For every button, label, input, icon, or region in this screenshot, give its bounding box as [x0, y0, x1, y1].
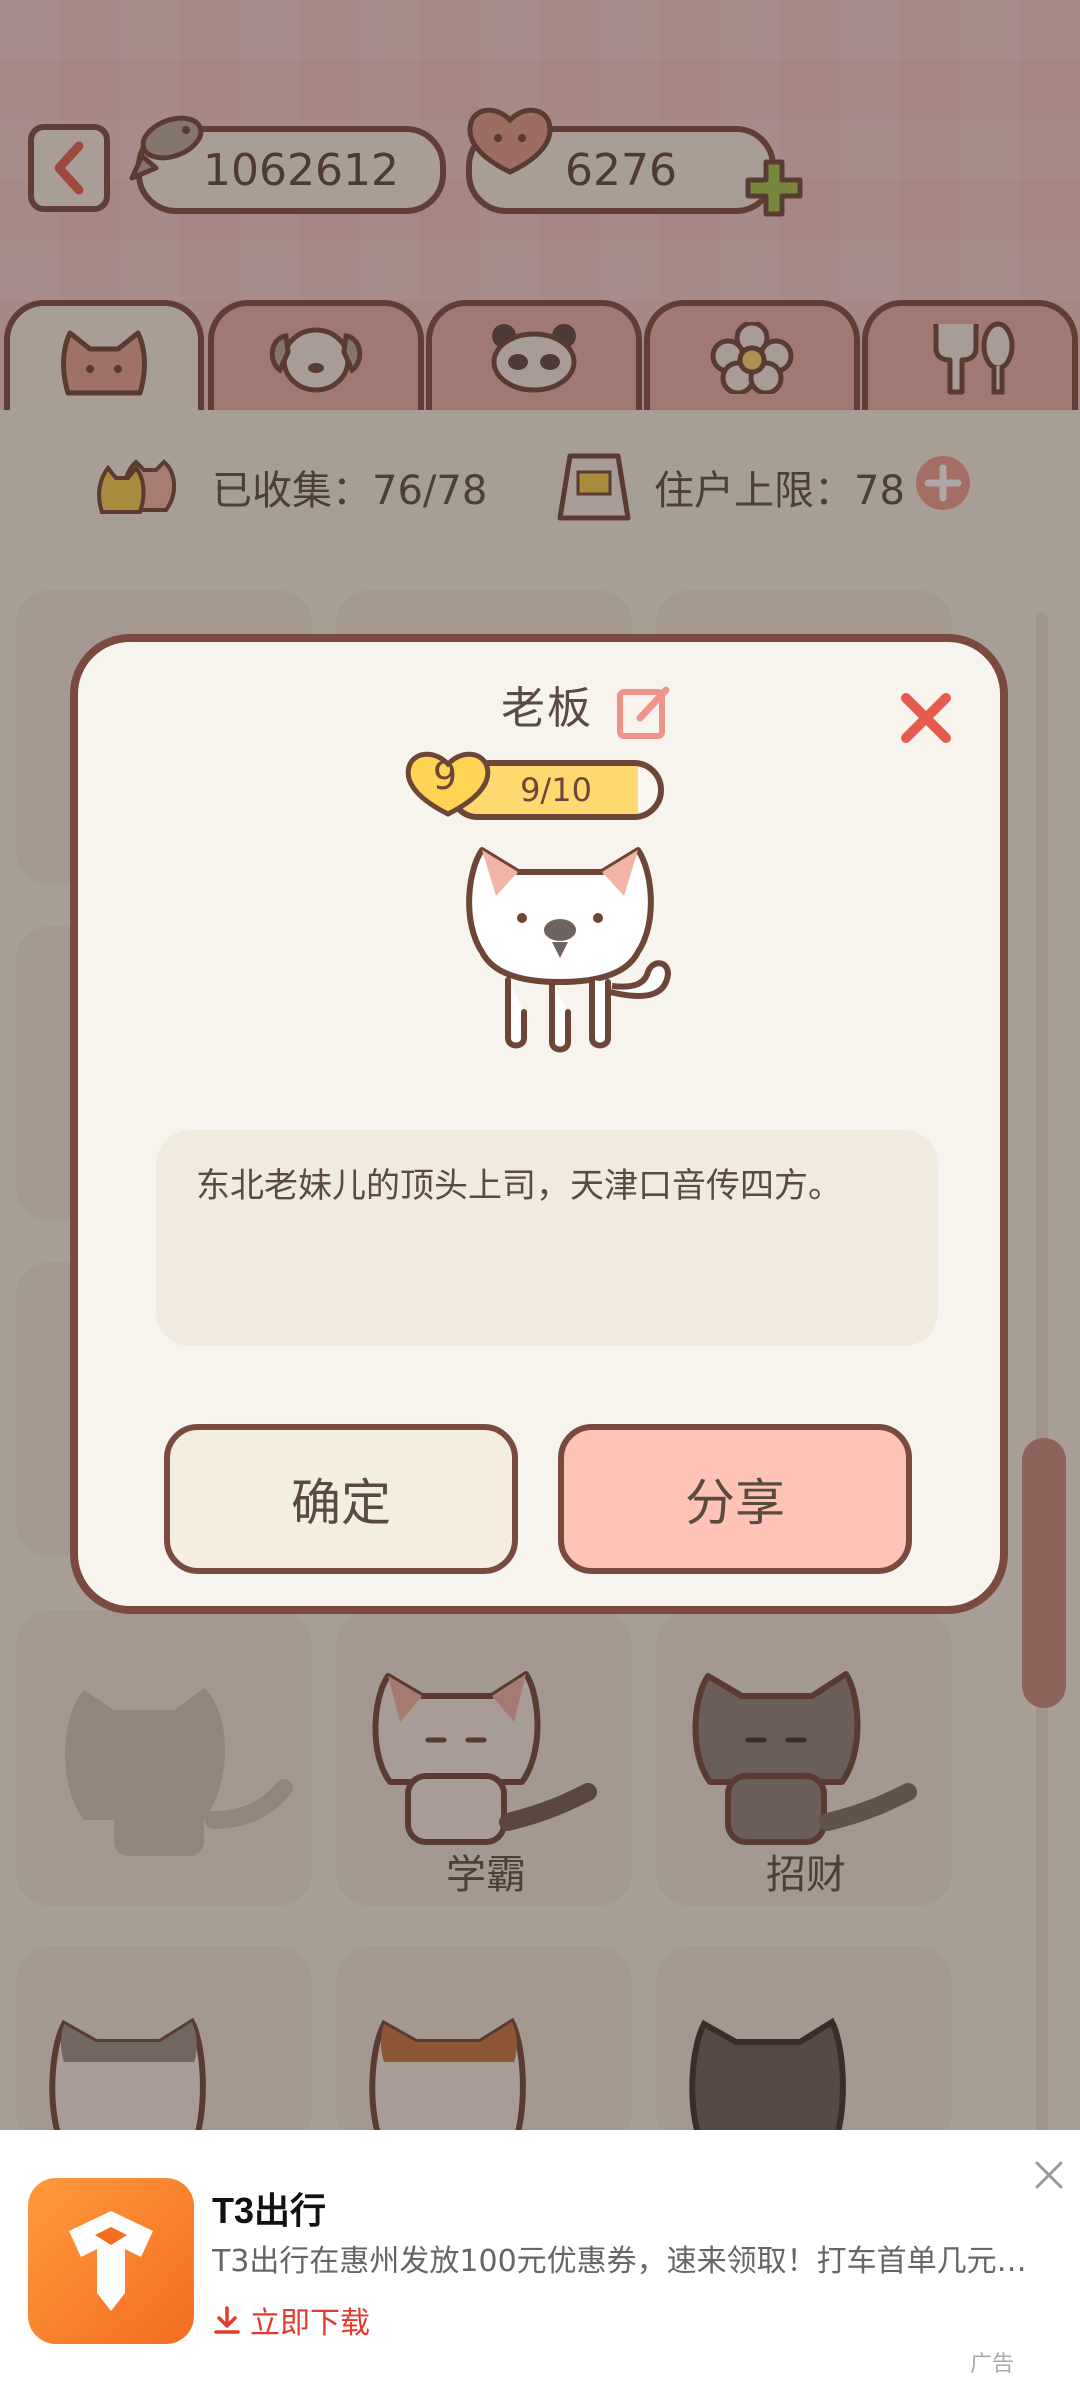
ad-tag-text: 广告	[970, 2352, 1015, 2377]
ad-download-label: 立即下载	[250, 2306, 370, 2341]
ad-label: 广告	[970, 2346, 1014, 2378]
ad-description[interactable]: T3出行在惠州发放100元优惠券，速来领取！打车首单几元…	[212, 2236, 1032, 2280]
cat-description: 东北老妹儿的顶头上司，天津口音传四方。	[196, 1166, 842, 1206]
edit-icon[interactable]	[614, 682, 674, 742]
cat-description-box: 东北老妹儿的顶头上司，天津口音传四方。	[156, 1130, 938, 1346]
ad-title[interactable]: T3出行	[212, 2182, 326, 2234]
t3-app-logo[interactable]	[28, 2178, 194, 2344]
affection-progress-bar: 9/10	[448, 760, 664, 820]
t3-logo-icon	[69, 2211, 153, 2311]
close-icon[interactable]	[1034, 2160, 1064, 2190]
cat-detail-dialog: 老板 9/10 9 东北老妹儿的顶头上司，天津口音传四方。 确定 分享	[70, 634, 1008, 1614]
affection-progress-text: 9/10	[520, 771, 592, 809]
ad-banner[interactable]: T3出行 T3出行在惠州发放100元优惠券，速来领取！打车首单几元… 立即下载	[0, 2130, 1080, 2400]
ad-download-link[interactable]: 立即下载	[212, 2298, 370, 2342]
share-button[interactable]: 分享	[558, 1424, 912, 1574]
cat-name-title: 老板	[501, 683, 593, 734]
close-icon[interactable]	[898, 690, 954, 746]
confirm-button[interactable]: 确定	[164, 1424, 518, 1574]
cat-portrait-boss	[466, 847, 672, 1053]
download-icon	[214, 2306, 240, 2334]
